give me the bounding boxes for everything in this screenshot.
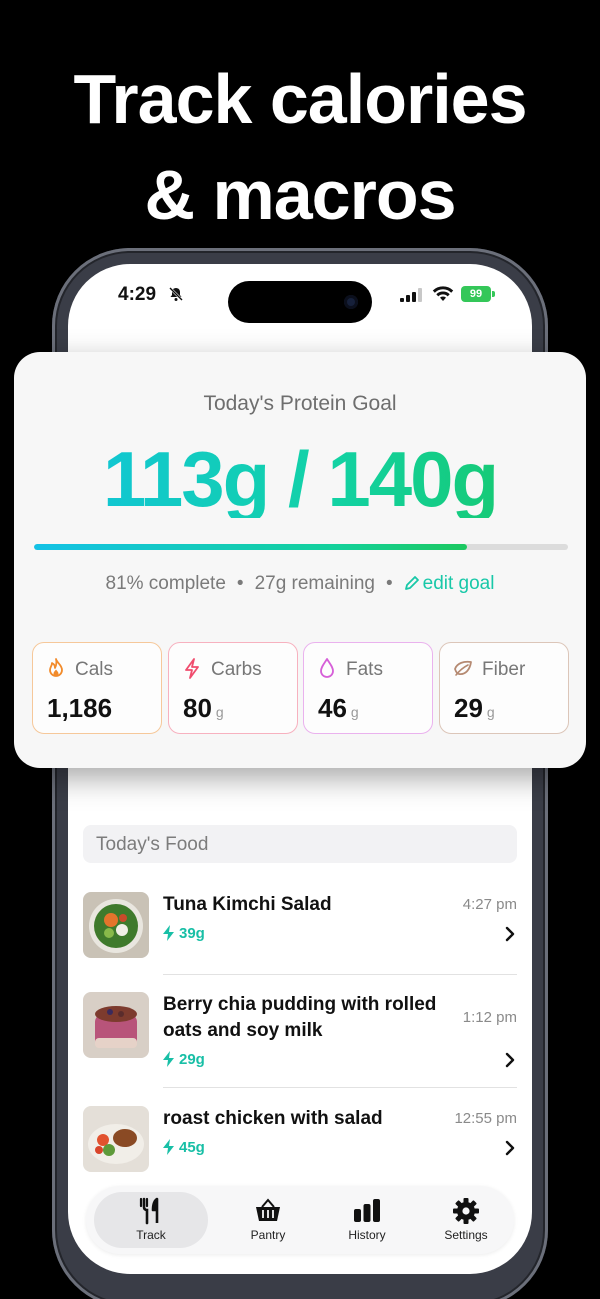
macro-label-cals: Cals — [75, 659, 114, 680]
edit-goal-link[interactable]: edit goal — [404, 573, 495, 594]
macro-number-carbs: 80 — [183, 693, 212, 723]
macro-value-fats: 46 g — [318, 693, 359, 724]
camera-icon — [344, 295, 358, 309]
macro-unit-fiber: g — [486, 704, 495, 720]
battery-indicator: 99 — [461, 286, 491, 302]
food-protein-3: 45g — [163, 1139, 205, 1156]
bar-chart-icon — [354, 1199, 380, 1222]
food-item-3[interactable]: roast chicken with salad 12:55 pm 45g — [83, 1106, 517, 1186]
status-bar: 4:29 99 — [68, 264, 532, 326]
flame-icon — [49, 658, 63, 677]
macro-label-carbs: Carbs — [211, 659, 262, 680]
macro-number-fats: 46 — [318, 693, 347, 723]
divider — [163, 974, 517, 975]
tab-settings[interactable]: Settings — [416, 1192, 516, 1248]
food-protein-value-1: 39g — [179, 925, 205, 942]
separator-dot: • — [236, 573, 244, 594]
food-thumbnail-2 — [83, 992, 149, 1058]
chevron-right-icon — [505, 1052, 515, 1068]
protein-progress-bar — [34, 544, 568, 550]
macro-tiles: Cals 1,186 Carbs 80 g Fats 46 g Fiber 29 g — [32, 642, 570, 736]
macro-tile-cals[interactable]: Cals 1,186 — [32, 642, 162, 734]
tab-track[interactable]: Track — [94, 1192, 208, 1248]
separator-dot: • — [385, 573, 393, 594]
fork-knife-icon — [139, 1197, 159, 1225]
headline-line-1: Track calories — [73, 60, 528, 138]
food-protein-2: 29g — [163, 1051, 205, 1068]
macro-value-fiber: 29 g — [454, 693, 495, 724]
tab-pantry[interactable]: Pantry — [218, 1192, 318, 1248]
bolt-icon — [185, 658, 199, 679]
food-item-1[interactable]: Tuna Kimchi Salad 4:27 pm 39g — [83, 892, 517, 975]
todays-food-header: Today's Food — [83, 825, 517, 863]
wifi-icon — [432, 286, 454, 301]
tab-settings-label: Settings — [444, 1228, 488, 1242]
dynamic-island — [228, 281, 372, 323]
food-name-3: roast chicken with salad — [163, 1108, 383, 1129]
protein-stats: 81% complete • 27g remaining • edit goal — [14, 573, 586, 595]
protein-goal-value: 113g / 140g — [14, 440, 586, 518]
tab-history-label: History — [348, 1228, 386, 1242]
tab-track-label: Track — [136, 1228, 166, 1242]
bolt-icon — [163, 925, 174, 941]
food-name-1: Tuna Kimchi Salad — [163, 894, 332, 915]
food-time-2: 1:12 pm — [462, 1009, 517, 1026]
bolt-icon — [163, 1139, 174, 1155]
macro-value-cals: 1,186 — [47, 693, 112, 724]
food-protein-value-2: 29g — [179, 1051, 205, 1068]
food-item-2[interactable]: Berry chia pudding with rolled oats and … — [83, 992, 517, 1088]
edit-goal-label: edit goal — [422, 573, 495, 594]
macro-label-fats: Fats — [346, 659, 383, 680]
food-thumbnail-1 — [83, 892, 149, 958]
grams-remaining: 27g remaining — [254, 573, 375, 594]
protein-goal-card: Today's Protein Goal 113g / 140g 81% com… — [14, 352, 586, 768]
gear-icon — [453, 1198, 479, 1224]
tab-pantry-label: Pantry — [250, 1228, 286, 1242]
macro-tile-carbs[interactable]: Carbs 80 g — [168, 642, 298, 734]
macro-unit-carbs: g — [215, 704, 224, 720]
battery-tip — [492, 291, 495, 297]
headline-line-2: & macros — [144, 156, 456, 234]
food-name-2: Berry chia pudding with rolled oats and … — [163, 994, 437, 1041]
food-protein-value-3: 45g — [179, 1139, 205, 1156]
status-time: 4:29 — [118, 284, 157, 305]
macro-number-cals: 1,186 — [47, 693, 113, 723]
percent-complete: 81% complete — [105, 573, 226, 594]
macro-tile-fiber[interactable]: Fiber 29 g — [439, 642, 569, 734]
protein-target: 140g — [327, 435, 498, 523]
protein-progress-fill — [34, 544, 467, 550]
tab-history[interactable]: History — [317, 1192, 417, 1248]
chevron-right-icon — [505, 926, 515, 942]
protein-goal-title: Today's Protein Goal — [203, 392, 397, 415]
food-time-3: 12:55 pm — [454, 1110, 517, 1127]
tab-bar: Track Pantry History Settings — [86, 1186, 514, 1254]
macro-unit-fats: g — [350, 704, 359, 720]
protein-separator: / — [288, 435, 308, 523]
macro-label-fiber: Fiber — [482, 659, 526, 680]
bolt-icon — [163, 1051, 174, 1067]
food-time-1: 4:27 pm — [462, 896, 517, 913]
cellular-signal-icon — [400, 288, 422, 302]
drop-icon — [320, 658, 334, 678]
chevron-right-icon — [505, 1140, 515, 1156]
food-protein-1: 39g — [163, 925, 205, 942]
divider — [163, 1087, 517, 1088]
bell-off-icon — [169, 287, 183, 301]
protein-current: 113g — [102, 435, 269, 523]
macro-value-carbs: 80 g — [183, 693, 224, 724]
pencil-icon — [404, 576, 419, 590]
leaf-icon — [454, 660, 472, 676]
macro-tile-fats[interactable]: Fats 46 g — [303, 642, 433, 734]
food-thumbnail-3 — [83, 1106, 149, 1172]
macro-number-fiber: 29 — [454, 693, 483, 723]
basket-icon — [256, 1198, 280, 1221]
